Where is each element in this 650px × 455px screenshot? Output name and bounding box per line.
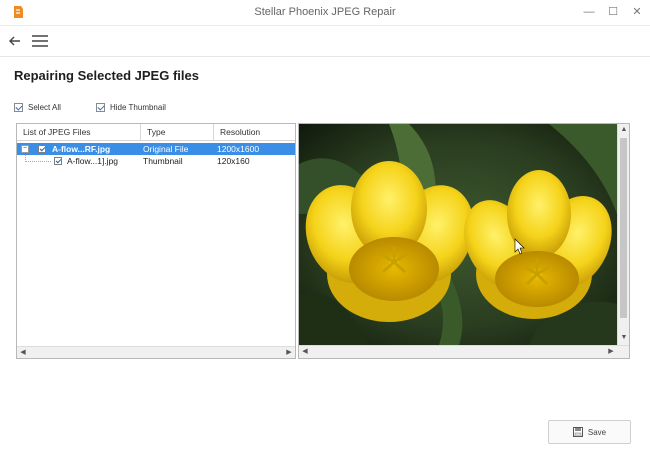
- column-header-resolution[interactable]: Resolution: [214, 124, 295, 141]
- hide-thumbnail-check-icon[interactable]: [96, 103, 105, 112]
- select-all-label: Select All: [28, 103, 61, 112]
- select-all-check-icon[interactable]: [14, 103, 23, 112]
- hamburger-menu-icon[interactable]: [30, 32, 50, 50]
- file-name: A-flow...1].jpg: [67, 156, 119, 166]
- select-all-checkbox[interactable]: Select All: [14, 103, 61, 112]
- hide-thumbnail-label: Hide Thumbnail: [110, 103, 166, 112]
- file-list-panel: List of JPEG Files Type Resolution − A-f…: [16, 123, 296, 359]
- save-disk-icon: [572, 427, 583, 437]
- title-bar: Stellar Phoenix JPEG Repair — ☐ ✕: [0, 0, 650, 26]
- toolbar: [0, 27, 650, 57]
- scroll-right-icon[interactable]: ▶: [283, 347, 295, 358]
- vertical-scroll-thumb[interactable]: [620, 138, 627, 318]
- column-header-files[interactable]: List of JPEG Files: [17, 124, 141, 141]
- preview-horizontal-scrollbar[interactable]: ◀ ▶: [299, 345, 629, 358]
- file-resolution: 120x160: [217, 156, 250, 166]
- image-preview-panel: ▲ ▼ ◀ ▶: [298, 123, 630, 359]
- file-type: Original File: [143, 144, 189, 154]
- tulip-preview-image: [299, 124, 617, 345]
- file-row-original[interactable]: − A-flow...RF.jpg Original File 1200x160…: [17, 143, 295, 155]
- window-title: Stellar Phoenix JPEG Repair: [254, 6, 396, 18]
- maximize-button[interactable]: ☐: [602, 2, 624, 22]
- file-row-thumbnail[interactable]: A-flow...1].jpg Thumbnail 120x160: [17, 155, 295, 167]
- save-button[interactable]: Save: [548, 420, 631, 444]
- file-type: Thumbnail: [143, 156, 183, 166]
- scroll-up-icon[interactable]: ▲: [618, 124, 630, 135]
- back-arrow-icon[interactable]: [6, 32, 24, 50]
- row-checkbox-original[interactable]: [38, 145, 46, 153]
- save-button-label: Save: [587, 427, 607, 437]
- row-checkbox-thumbnail[interactable]: [54, 157, 62, 165]
- file-list-horizontal-scrollbar[interactable]: ◀ ▶: [17, 346, 295, 358]
- page-title: Repairing Selected JPEG files: [14, 68, 199, 83]
- close-button[interactable]: ✕: [626, 2, 648, 22]
- preview-vertical-scrollbar[interactable]: ▲ ▼: [617, 124, 629, 345]
- minimize-button[interactable]: —: [578, 2, 600, 22]
- scroll-left-icon[interactable]: ◀: [17, 347, 29, 358]
- hide-thumbnail-checkbox[interactable]: Hide Thumbnail: [96, 103, 166, 112]
- file-resolution: 1200x1600: [217, 144, 260, 154]
- scroll-down-icon[interactable]: ▼: [618, 332, 630, 343]
- file-name: A-flow...RF.jpg: [52, 144, 111, 154]
- scroll-right-icon[interactable]: ▶: [605, 346, 617, 357]
- scroll-left-icon[interactable]: ◀: [299, 346, 311, 357]
- column-header-type[interactable]: Type: [141, 124, 214, 141]
- file-list-header: List of JPEG Files Type Resolution: [17, 124, 295, 141]
- collapse-toggle-icon[interactable]: −: [21, 145, 29, 153]
